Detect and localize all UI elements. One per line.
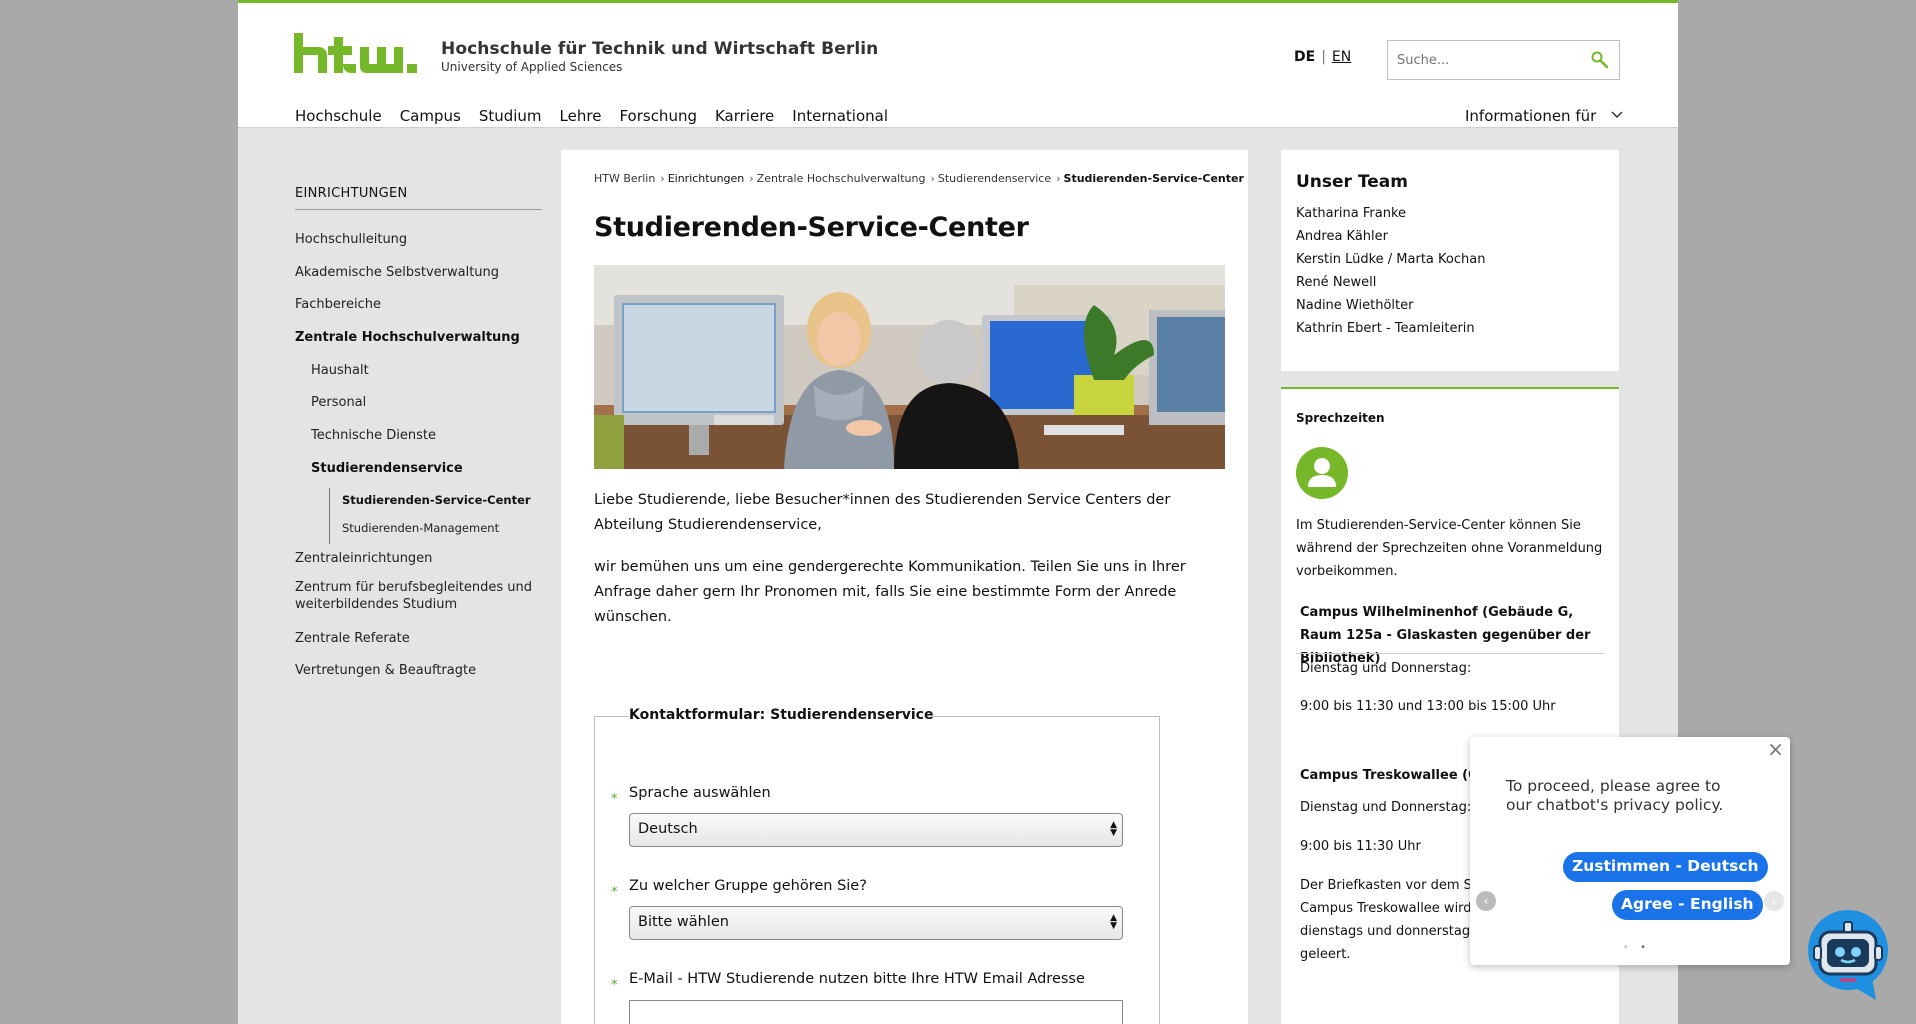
sidebar-item-vertretungen[interactable]: Vertretungen & Beauftragte xyxy=(295,662,542,679)
chevron-down-icon xyxy=(1611,111,1623,119)
select-arrows-icon: ▲ ▼ xyxy=(1110,913,1117,931)
sidebar-item-management[interactable]: Studierenden-Management xyxy=(342,520,589,537)
sidebar-item-haushalt[interactable]: Haushalt xyxy=(311,362,558,379)
sidebar-item-personal[interactable]: Personal xyxy=(311,394,558,411)
team-box: Unser Team Katharina Franke Andrea Kähle… xyxy=(1281,150,1619,371)
team-member: René Newell xyxy=(1296,275,1377,290)
chatbot-consent-popup: × To proceed, please agree to our chatbo… xyxy=(1470,737,1790,965)
sidebar-item-technische-dienste[interactable]: Technische Dienste xyxy=(311,427,558,444)
required-star-icon: * xyxy=(611,792,618,807)
language-select[interactable]: Deutsch ▲ ▼ xyxy=(629,813,1123,847)
select-arrows-icon: ▲ ▼ xyxy=(1110,820,1117,838)
school-subtitle: University of Applied Sciences xyxy=(441,60,623,74)
breadcrumb-chevron-icon: › xyxy=(930,172,935,185)
breadcrumb-item[interactable]: Einrichtungen xyxy=(668,172,745,185)
language-switch: DE | EN xyxy=(1294,49,1351,65)
main-navigation: Hochschule Campus Studium Lehre Forschun… xyxy=(295,107,906,125)
team-member: Kerstin Lüdke / Marta Kochan xyxy=(1296,252,1486,267)
language-select-value: Deutsch xyxy=(638,821,698,837)
htw-logo[interactable] xyxy=(294,33,419,73)
language-select-label: Sprache auswählen xyxy=(629,785,771,801)
search-box xyxy=(1387,40,1620,80)
person-icon xyxy=(1296,447,1348,499)
sidebar-heading: EINRICHTUNGEN xyxy=(295,186,542,210)
sidebar-item-service-center[interactable]: Studierenden-Service-Center xyxy=(342,492,589,509)
team-member: Andrea Kähler xyxy=(1296,229,1388,244)
breadcrumb-chevron-icon: › xyxy=(660,172,665,185)
gender-paragraph: wir bemühen uns um eine gendergerechte K… xyxy=(594,559,1186,625)
breadcrumb-item[interactable]: Zentrale Hochschulverwaltung xyxy=(757,172,926,185)
breadcrumb-item[interactable]: HTW Berlin xyxy=(594,172,655,185)
carousel-prev-icon[interactable]: ‹ xyxy=(1476,891,1496,911)
sidebar-item-zentrum-weiterbildung[interactable]: Zentrum für berufsbegleitendes und weite… xyxy=(295,579,542,613)
office-hours-intro: Im Studierenden-Service-Center können Si… xyxy=(1296,518,1603,579)
breadcrumb-chevron-icon: › xyxy=(1056,172,1061,185)
nav-karriere[interactable]: Karriere xyxy=(715,107,774,125)
required-star-icon: * xyxy=(611,885,618,900)
nav-forschung[interactable]: Forschung xyxy=(619,107,697,125)
sidebar-item-selbstverwaltung[interactable]: Akademische Selbstverwaltung xyxy=(295,264,542,281)
group-select-value: Bitte wählen xyxy=(638,914,729,930)
agree-deutsch-button[interactable]: Zustimmen - Deutsch xyxy=(1563,852,1768,882)
breadcrumb-item[interactable]: Studierendenservice xyxy=(938,172,1051,185)
school-name: Hochschule für Technik und Wirtschaft Be… xyxy=(441,39,879,59)
page-title: Studierenden-Service-Center xyxy=(594,212,1029,243)
sidebar-item-hochschulleitung[interactable]: Hochschulleitung xyxy=(295,231,542,248)
email-field-label: E-Mail - HTW Studierende nutzen bitte Ih… xyxy=(629,971,1085,987)
intro-paragraph: Liebe Studierende, liebe Besucher*innen … xyxy=(594,492,1171,533)
form-legend: Kontaktformular: Studierendenservice xyxy=(629,707,934,723)
nav-campus[interactable]: Campus xyxy=(400,107,461,125)
sidebar-item-zentraleinrichtungen[interactable]: Zentraleinrichtungen xyxy=(295,550,542,567)
search-icon[interactable] xyxy=(1591,51,1609,69)
team-member: Kathrin Ebert - Teamleiterin xyxy=(1296,321,1475,336)
sidebar-subtree-line xyxy=(329,488,330,544)
agree-english-button[interactable]: Agree - English xyxy=(1612,890,1763,920)
lang-de-link[interactable]: DE xyxy=(1294,49,1315,65)
sidebar-item-zentrale-hochschulverwaltung[interactable]: Zentrale Hochschulverwaltung xyxy=(295,329,542,346)
team-heading: Unser Team xyxy=(1296,172,1408,192)
sidebar-item-studierendenservice[interactable]: Studierendenservice xyxy=(311,460,558,477)
team-member: Nadine Wiethölter xyxy=(1296,298,1414,313)
page: Hochschule für Technik und Wirtschaft Be… xyxy=(238,0,1678,1024)
close-icon[interactable]: × xyxy=(1767,737,1784,761)
office-hours-heading: Sprechzeiten xyxy=(1296,411,1385,425)
site-header: Hochschule für Technik und Wirtschaft Be… xyxy=(238,0,1678,128)
nav-hochschule[interactable]: Hochschule xyxy=(295,107,382,125)
divider xyxy=(1296,653,1604,654)
email-field[interactable] xyxy=(629,1000,1123,1024)
carousel-dot[interactable]: • xyxy=(1623,943,1640,953)
nav-international[interactable]: International xyxy=(792,107,888,125)
days-wilhelminenhof: Dienstag und Donnerstag: xyxy=(1300,661,1472,676)
breadcrumb: HTW Berlin › Einrichtungen › Zentrale Hochsc… xyxy=(594,172,1244,185)
group-select-label: Zu welcher Gruppe gehören Sie? xyxy=(629,878,867,894)
breadcrumb-current: Studierenden-Service-Center xyxy=(1063,172,1244,185)
info-for-label: Informationen für xyxy=(1465,107,1597,125)
lang-en-link[interactable]: EN xyxy=(1332,49,1351,65)
breadcrumb-chevron-icon: › xyxy=(749,172,754,185)
info-for-dropdown[interactable]: Informationen für xyxy=(1465,107,1623,125)
carousel-dots: •• xyxy=(1623,943,1658,953)
chatbot-message: To proceed, please agree to our chatbot'… xyxy=(1506,777,1724,814)
carousel-dot-active[interactable]: • xyxy=(1640,943,1657,953)
sidebar: EINRICHTUNGEN Hochschulleitung Akademisc… xyxy=(295,186,542,678)
required-star-icon: * xyxy=(611,978,618,993)
nav-studium[interactable]: Studium xyxy=(479,107,542,125)
carousel-next-icon[interactable]: › xyxy=(1764,891,1784,911)
group-select[interactable]: Bitte wählen ▲ ▼ xyxy=(629,906,1123,940)
search-input[interactable] xyxy=(1388,41,1578,79)
lang-separator: | xyxy=(1321,49,1326,65)
sidebar-item-zentrale-referate[interactable]: Zentrale Referate xyxy=(295,630,542,647)
service-center-photo xyxy=(594,265,1225,469)
team-member: Katharina Franke xyxy=(1296,206,1407,221)
times-wilhelminenhof: 9:00 bis 11:30 und 13:00 bis 15:00 Uhr xyxy=(1300,699,1556,714)
chatbot-robot-icon[interactable] xyxy=(1806,908,1890,1000)
main-content: HTW Berlin › Einrichtungen › Zentrale Hochsc… xyxy=(561,150,1248,1024)
nav-lehre[interactable]: Lehre xyxy=(560,107,602,125)
sidebar-item-fachbereiche[interactable]: Fachbereiche xyxy=(295,296,542,313)
